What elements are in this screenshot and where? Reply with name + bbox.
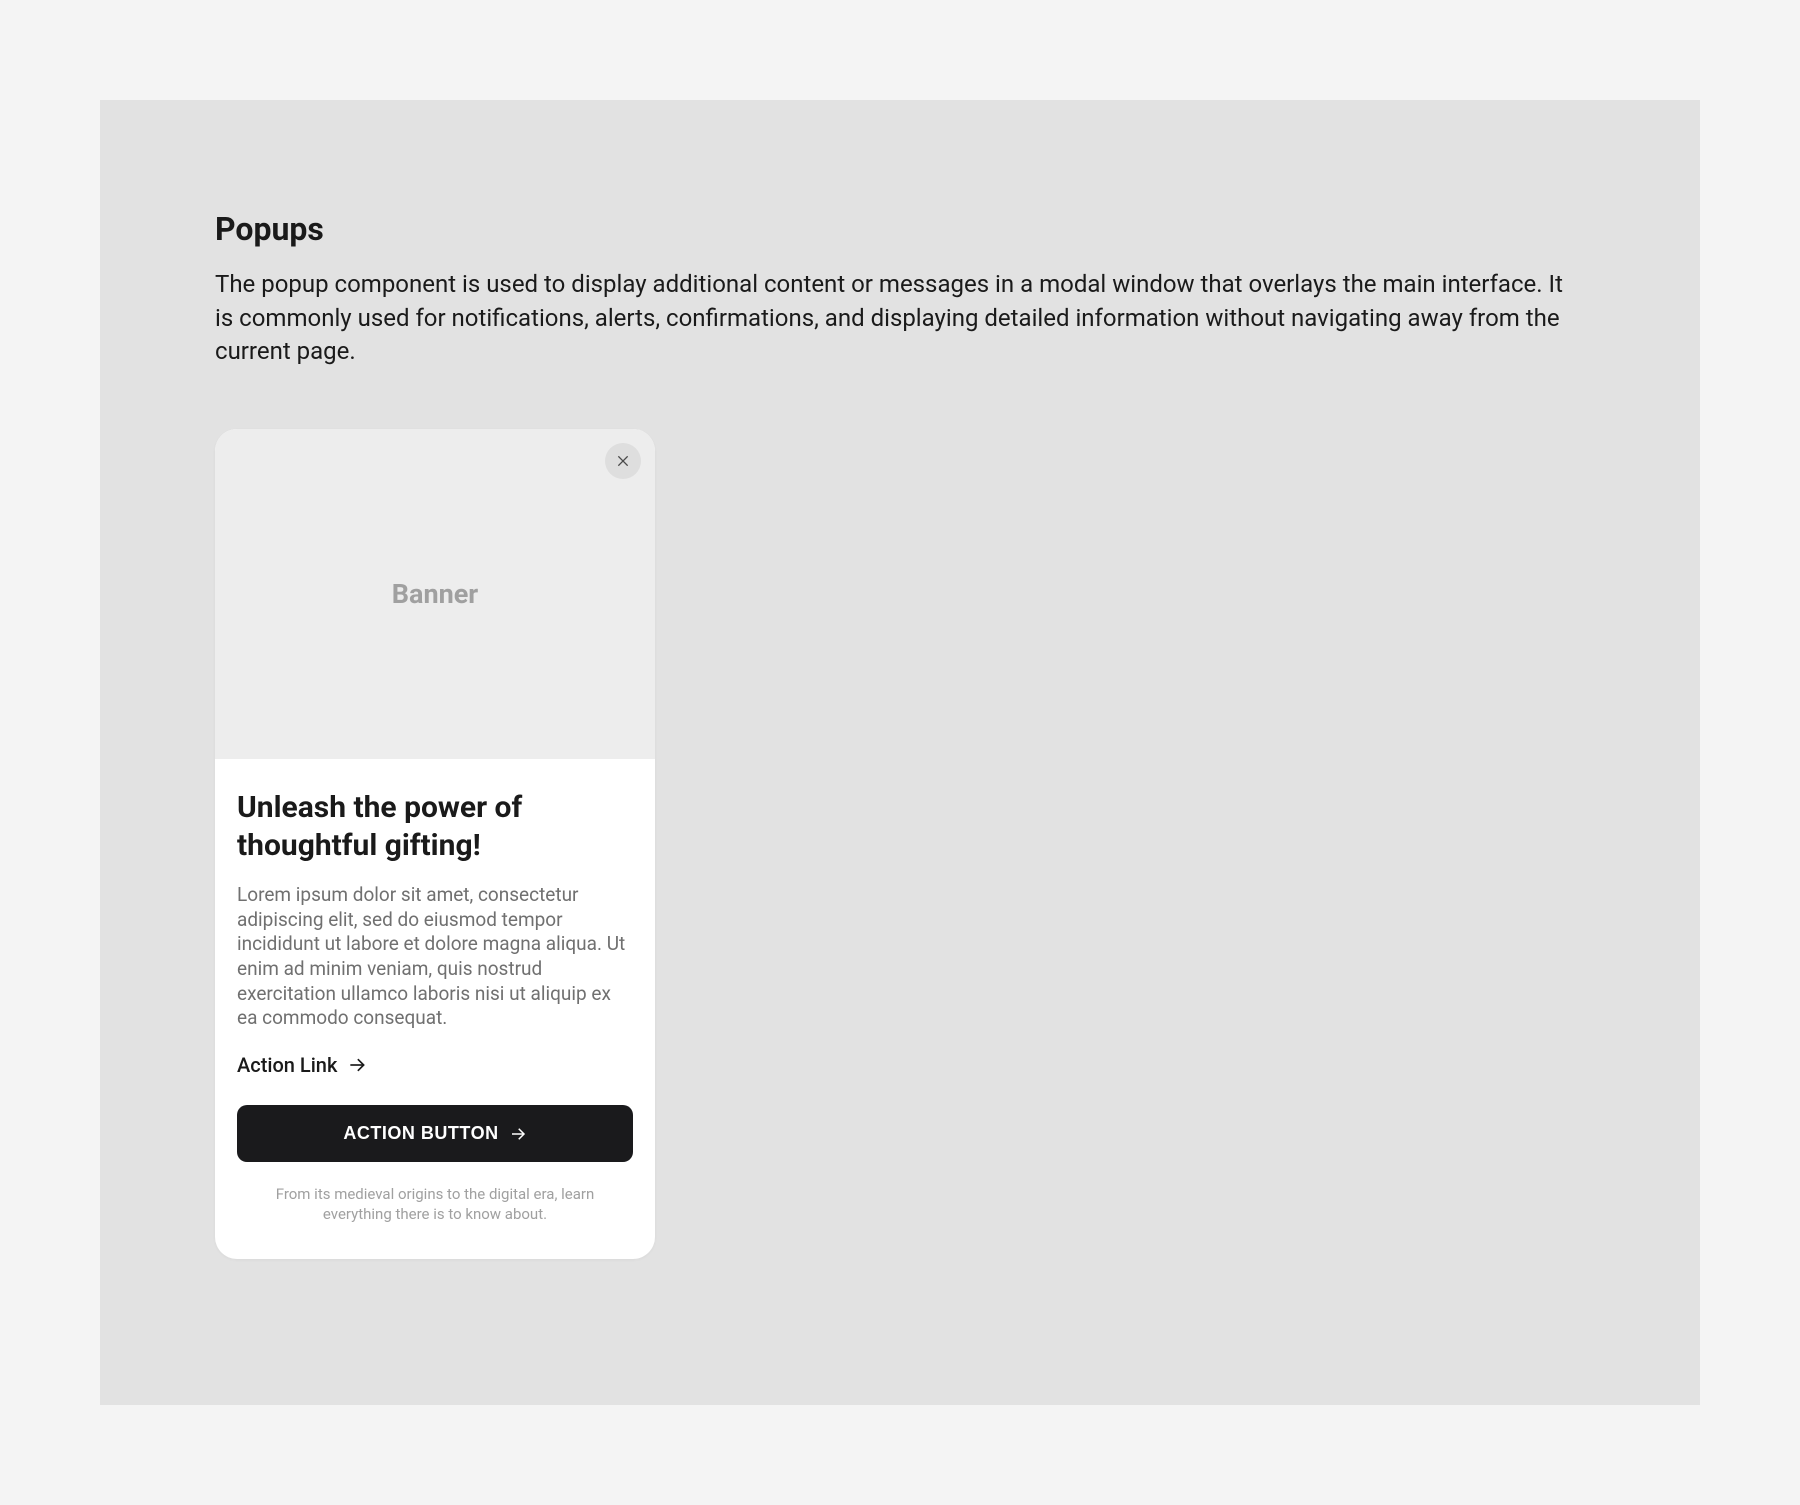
arrow-right-icon <box>347 1055 367 1075</box>
action-button-label: ACTION BUTTON <box>343 1123 498 1144</box>
close-icon <box>615 453 631 469</box>
popup-banner: Banner <box>215 429 655 759</box>
action-link-label: Action Link <box>237 1053 337 1077</box>
close-button[interactable] <box>605 443 641 479</box>
popup-title: Unleash the power of thoughtful gifting! <box>237 789 633 865</box>
banner-placeholder-label: Banner <box>392 578 478 610</box>
popup-card: Banner Unleash the power of thoughtful g… <box>215 429 655 1259</box>
popup-body: Unleash the power of thoughtful gifting!… <box>215 759 655 1259</box>
action-link[interactable]: Action Link <box>237 1053 367 1077</box>
section-description: The popup component is used to display a… <box>215 268 1585 369</box>
arrow-right-icon <box>509 1125 527 1143</box>
section-title: Popups <box>215 210 1585 248</box>
popup-body-text: Lorem ipsum dolor sit amet, consectetur … <box>237 883 633 1031</box>
popup-footnote: From its medieval origins to the digital… <box>237 1184 633 1225</box>
action-button[interactable]: ACTION BUTTON <box>237 1105 633 1162</box>
section-container: Popups The popup component is used to di… <box>100 100 1700 1405</box>
